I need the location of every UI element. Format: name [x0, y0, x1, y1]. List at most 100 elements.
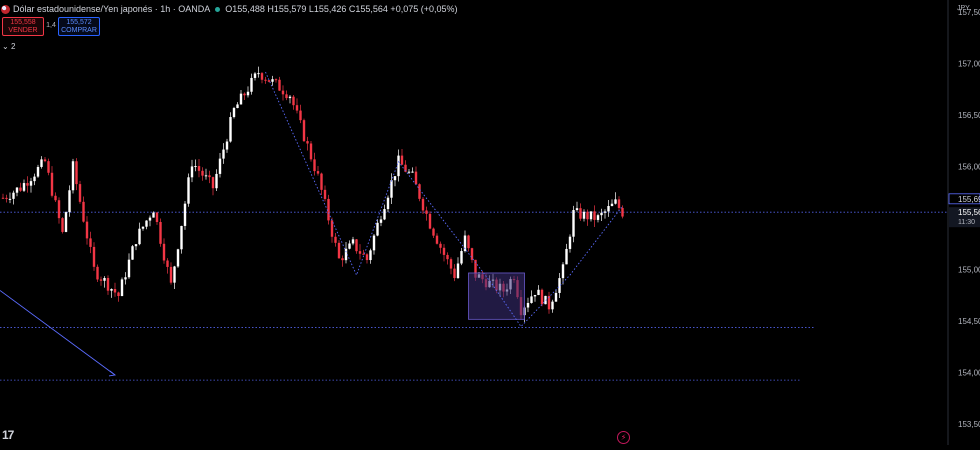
candle-body — [236, 104, 239, 109]
indicators-toggle[interactable]: ⌄ 2 — [2, 42, 15, 51]
consolidation-box — [468, 272, 525, 320]
buy-price: 155,572 — [66, 18, 92, 26]
candle-body — [323, 189, 327, 199]
candle-body — [295, 105, 299, 111]
lightning-icon[interactable]: ⚡ — [617, 431, 630, 444]
candle-body — [229, 117, 232, 142]
candle-body — [99, 279, 103, 281]
candle-body — [456, 263, 460, 279]
ohlc-values: O155,488 H155,579 L155,426 C155,564 +0,0… — [225, 4, 458, 14]
candle-body — [586, 211, 589, 220]
candle-body — [183, 203, 187, 226]
candle-body — [141, 226, 145, 229]
candle-body — [246, 91, 250, 96]
candle-body — [449, 259, 453, 269]
candle-body — [5, 197, 8, 199]
candle-body — [603, 211, 607, 213]
candle-body — [110, 289, 113, 291]
y-tick-label: 154,50 — [958, 317, 980, 326]
chevron-down-icon: ⌄ — [2, 42, 9, 51]
candle-body — [85, 221, 89, 239]
candle-body — [166, 260, 169, 267]
candle-body — [169, 266, 173, 283]
candle-body — [575, 208, 579, 211]
candle-body — [162, 243, 166, 261]
candle-body — [75, 161, 78, 185]
candle-body — [250, 77, 253, 92]
candle-body — [138, 228, 141, 245]
candle-body — [257, 73, 260, 75]
candle-body — [22, 183, 26, 191]
candle-body — [253, 73, 257, 78]
candle-body — [579, 208, 582, 219]
candle-body — [537, 289, 540, 296]
candle-body — [414, 171, 418, 185]
buy-button[interactable]: 155,572 COMPRAR — [58, 17, 100, 36]
candle-body — [316, 171, 320, 174]
candle-body — [278, 79, 281, 91]
candle-body — [113, 289, 117, 293]
tradingview-logo[interactable]: 17 — [2, 428, 14, 442]
candle-body — [103, 277, 106, 281]
candle-body — [264, 79, 267, 81]
candle-body — [306, 141, 309, 144]
candle-body — [425, 210, 428, 214]
candle-body — [117, 292, 120, 297]
candle-body — [57, 200, 61, 219]
y-tick-label: 156,50 — [958, 111, 980, 120]
candle-body — [551, 301, 554, 310]
candle-body — [617, 199, 621, 208]
candle-body — [201, 170, 204, 176]
candle-body — [561, 264, 565, 279]
chart-area[interactable]: JPY157,50157,00156,50156,00155,00154,501… — [0, 0, 980, 445]
candle-body — [61, 218, 64, 232]
candle-body — [64, 212, 68, 232]
candle-body — [369, 250, 372, 261]
candle-body — [89, 238, 92, 247]
candle-body — [243, 93, 246, 96]
candle-body — [288, 96, 292, 99]
candle-body — [120, 279, 124, 297]
candle-body — [176, 249, 180, 267]
candle-body — [274, 79, 278, 81]
candle-body — [127, 259, 131, 278]
candle-body — [271, 79, 274, 82]
candle-body — [187, 177, 190, 204]
candle-body — [309, 143, 313, 160]
candle-body — [204, 175, 208, 177]
candle-body — [390, 180, 393, 198]
symbol-header[interactable]: Dólar estadounidense/Yen japonés · 1h · … — [0, 2, 457, 16]
price-chart[interactable]: JPY157,50157,00156,50156,00155,00154,501… — [0, 0, 980, 445]
candle-body — [155, 212, 159, 222]
candle-body — [145, 220, 148, 227]
candle-body — [565, 248, 568, 265]
y-tick-label: 153,50 — [958, 420, 980, 429]
candle-body — [33, 176, 36, 182]
candle-body — [15, 187, 19, 193]
candle-body — [610, 203, 614, 207]
candle-body — [68, 190, 71, 213]
candle-body — [572, 210, 575, 237]
y-tick-label: 156,00 — [958, 162, 980, 171]
spread-value: 1,4 — [46, 22, 56, 29]
candle-body — [526, 302, 530, 308]
candle-body — [320, 173, 323, 190]
candle-body — [467, 235, 470, 249]
candle-body — [533, 295, 537, 297]
candle-body — [393, 176, 397, 181]
y-tick-label: 157,50 — [958, 8, 980, 17]
sell-button[interactable]: 155,558 VENDER — [2, 17, 44, 36]
candle-body — [400, 155, 404, 165]
candle-body — [173, 266, 176, 283]
candle-body — [29, 181, 33, 186]
candle-body — [428, 213, 432, 229]
candle-body — [197, 166, 201, 171]
candle-body — [36, 166, 40, 177]
symbol-title[interactable]: Dólar estadounidense/Yen japonés · 1h · … — [13, 4, 210, 14]
candle-body — [180, 225, 183, 250]
candle-body — [418, 184, 421, 199]
candle-body — [442, 247, 446, 255]
candle-body — [96, 266, 99, 280]
y-tick-label: 154,00 — [958, 368, 980, 377]
candle-body — [453, 268, 456, 279]
